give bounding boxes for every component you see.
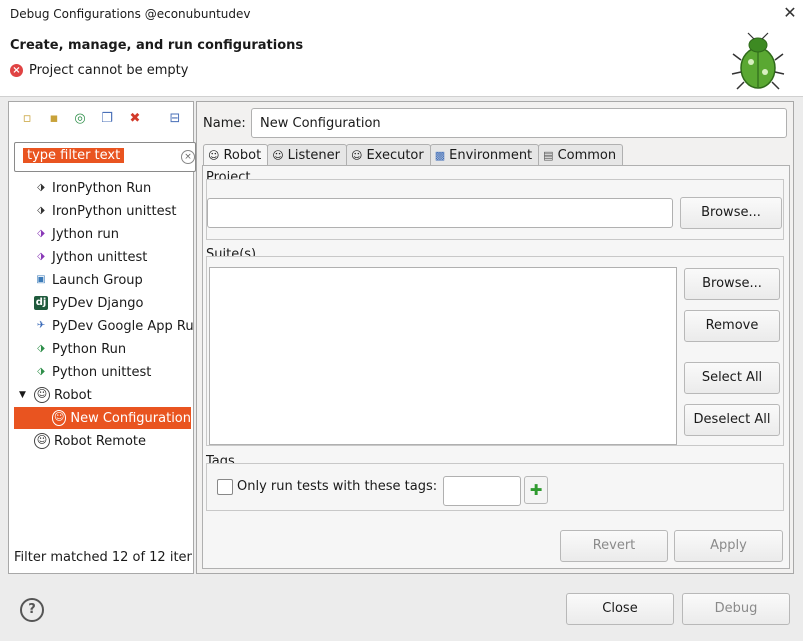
tree-item[interactable]: ☺ Robot Remote: [34, 430, 146, 452]
tree-item[interactable]: ⬗ IronPython Run: [34, 177, 151, 199]
export-config-icon[interactable]: ◎: [72, 111, 88, 127]
tab-environment[interactable]: ▩ Environment: [429, 144, 540, 165]
suites-list[interactable]: [209, 267, 677, 445]
tree-item[interactable]: ⬗ Jython unittest: [34, 246, 147, 268]
google-app-icon: ✈: [36, 320, 46, 331]
error-icon: ×: [10, 64, 23, 77]
collapse-all-icon[interactable]: ⊟: [167, 111, 183, 127]
project-browse-button[interactable]: Browse...: [680, 197, 782, 229]
delete-config-icon[interactable]: ✖: [127, 111, 143, 127]
project-field[interactable]: [207, 198, 673, 228]
common-icon: ▤: [543, 148, 554, 162]
clear-filter-icon[interactable]: ×: [181, 150, 195, 164]
tree-item[interactable]: ⬗ IronPython unittest: [34, 200, 176, 222]
tree-item[interactable]: ⬗ Python Run: [34, 338, 126, 360]
ironpython-run-icon: ⬗: [37, 182, 45, 193]
filter-input[interactable]: type filter text ×: [14, 142, 196, 172]
tree-item[interactable]: ▣ Launch Group: [34, 269, 143, 291]
window-title: Debug Configurations @econubuntudev: [10, 7, 251, 21]
django-icon: dj: [34, 296, 48, 310]
tags-field[interactable]: [443, 476, 521, 506]
duplicate-config-icon[interactable]: ❐: [99, 111, 115, 127]
jython-unittest-icon: ⬗: [37, 251, 45, 262]
project-group: Browse...: [206, 179, 784, 240]
deselect-all-button[interactable]: Deselect All: [684, 404, 780, 436]
robot-icon: ☺: [34, 387, 50, 403]
ironpython-unittest-icon: ⬗: [37, 205, 45, 216]
tab-executor[interactable]: ☺ Executor: [345, 144, 431, 165]
dialog-header: Create, manage, and run configurations ×…: [0, 30, 803, 97]
robot-icon: ☺: [208, 149, 220, 162]
config-tabs: ☺ Robot ☺ Listener ☺ Executor ▩ Environment …: [203, 144, 624, 166]
configuration-editor: Name: New Configuration ☺ Robot ☺ Listener…: [196, 101, 794, 574]
name-value: New Configuration: [260, 116, 381, 131]
suites-browse-button[interactable]: Browse...: [684, 268, 780, 300]
suites-remove-button[interactable]: Remove: [684, 310, 780, 342]
python-unittest-icon: ⬗: [37, 366, 45, 377]
robot-icon: ☺: [52, 410, 67, 426]
new-config-icon[interactable]: ▫: [19, 111, 35, 127]
config-toolbar: ▫ ▪ ◎ ❐ ✖ ⊟: [9, 102, 193, 136]
dialog-heading: Create, manage, and run configurations: [10, 38, 304, 53]
expand-arrow-icon[interactable]: ▼: [19, 390, 34, 400]
revert-button[interactable]: Revert: [560, 530, 668, 562]
robot-tab-content: Project Browse... Suite(s) Browse... Rem…: [202, 165, 790, 569]
listener-icon: ☺: [272, 148, 284, 162]
debug-button[interactable]: Debug: [682, 593, 790, 625]
tags-checkbox[interactable]: [217, 479, 233, 495]
tags-group: Only run tests with these tags: ✚: [206, 463, 784, 511]
dialog-buttonbar: ? Close Debug: [0, 584, 803, 641]
new-prototype-icon[interactable]: ▪: [46, 111, 62, 127]
tree-item-new-configuration[interactable]: ☺ New Configuration: [14, 407, 191, 429]
python-run-icon: ⬗: [37, 343, 45, 354]
add-tag-icon[interactable]: ✚: [524, 476, 548, 504]
executor-icon: ☺: [350, 148, 363, 162]
tab-robot[interactable]: ☺ Robot: [203, 144, 269, 166]
error-text: Project cannot be empty: [29, 63, 189, 78]
tree-item-robot[interactable]: ▼ ☺ Robot: [19, 384, 92, 406]
help-icon[interactable]: ?: [20, 598, 44, 622]
error-message: × Project cannot be empty: [10, 63, 188, 78]
tree-item[interactable]: ⬗ Jython run: [34, 223, 119, 245]
jython-run-icon: ⬗: [37, 228, 45, 239]
select-all-button[interactable]: Select All: [684, 362, 780, 394]
name-field[interactable]: New Configuration: [251, 108, 787, 138]
apply-button[interactable]: Apply: [674, 530, 783, 562]
suites-group: Browse... Remove Select All Deselect All: [206, 256, 784, 446]
tags-checkbox-label: Only run tests with these tags:: [237, 479, 438, 494]
launch-group-icon: ▣: [36, 274, 46, 285]
debug-bug-icon: [731, 32, 785, 90]
tree-item[interactable]: ⬗ Python unittest: [34, 361, 151, 383]
configuration-list-panel: ▫ ▪ ◎ ❐ ✖ ⊟ type filter text × ⬗ IronPyth…: [8, 101, 196, 574]
window-titlebar: Debug Configurations @econubuntudev ✕: [0, 0, 803, 30]
robot-remote-icon: ☺: [34, 433, 50, 449]
close-window-icon[interactable]: ✕: [781, 4, 799, 22]
filter-status: Filter matched 12 of 12 iten: [14, 550, 192, 565]
close-button[interactable]: Close: [566, 593, 674, 625]
name-label: Name:: [203, 116, 246, 131]
filter-placeholder: type filter text: [23, 148, 125, 163]
tab-common[interactable]: ▤ Common: [538, 144, 624, 165]
environment-icon: ▩: [434, 148, 446, 162]
tab-listener[interactable]: ☺ Listener: [267, 144, 347, 165]
tree-item[interactable]: ✈ PyDev Google App Ru: [34, 315, 194, 337]
tree-item[interactable]: dj PyDev Django: [34, 292, 143, 314]
